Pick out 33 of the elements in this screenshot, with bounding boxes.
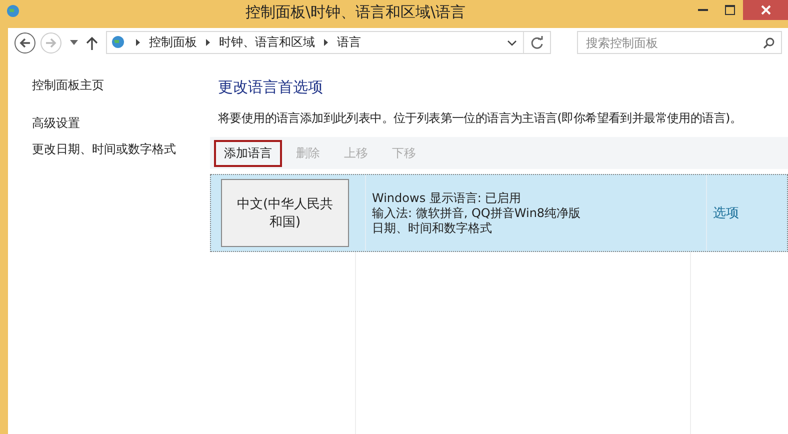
breadcrumb[interactable]: 时钟、语言和区域 [218,34,315,51]
language-detail: 日期、时间和数字格式 [372,220,493,236]
close-button[interactable] [743,0,788,20]
options-link[interactable]: 选项 [713,204,739,222]
language-detail: 输入法: 微软拼音, QQ拼音Win8纯净版 [372,206,582,220]
page-heading: 更改语言首选项 [218,78,324,97]
language-detail: Windows 显示语言: 已启用 [372,190,522,206]
toolbar-button[interactable]: 添加语言 [214,140,282,166]
address-bar[interactable]: 控制面板 时钟、语言和区域 语言 [106,31,551,54]
chevron-icon [324,39,328,46]
search-icon [762,37,775,49]
chevron-icon [136,39,140,46]
sidebar-link[interactable]: 高级设置 [32,115,210,132]
search-field[interactable]: 搜索控制面板 [576,31,782,54]
globe-icon [6,4,22,20]
language-name: 中文(中华人民共和国) [221,179,349,247]
breadcrumb[interactable]: 语言 [336,34,361,51]
minimize-icon [698,9,708,11]
sidebar-link[interactable]: 更改日期、时间或数字格式 [32,141,210,158]
globe-icon [110,34,127,50]
chevron-icon [206,39,210,46]
window-title: 控制面板\时钟、语言和区域\语言 [244,2,467,22]
dropdown-icon[interactable] [70,40,78,45]
breadcrumb[interactable]: 控制面板 [148,34,197,51]
sidebar-link[interactable]: 控制面板主页 [32,77,210,94]
maximize-icon [724,5,734,15]
dropdown-icon[interactable] [506,40,517,46]
up-arrow-icon[interactable] [86,36,98,50]
description-text: 将要使用的语言添加到此列表中。位于列表第一位的语言为主语言(即你希望看到并最常使用的语言)。 [218,110,743,127]
refresh-icon[interactable] [530,36,544,50]
back-icon[interactable] [14,32,36,54]
close-icon [760,5,770,15]
language-row[interactable]: 中文(中华人民共和国) Windows 显示语言: 已启用 输入法: 微软拼音, QQ拼音Win8纯净版 日期、时间和数字格式 选项 [210,174,788,252]
